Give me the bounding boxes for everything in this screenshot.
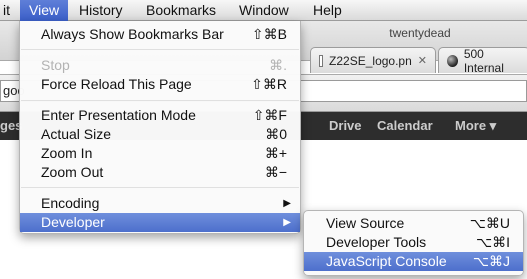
menu-item-shortcut: ⌘. xyxy=(269,57,287,73)
menu-item-label: Developer Tools xyxy=(326,234,427,250)
menu-separator xyxy=(21,187,299,188)
menu-item-zoom-out[interactable]: Zoom Out ⌘− xyxy=(20,163,300,182)
menu-bar: it View History Bookmarks Window Help xyxy=(0,0,527,21)
submenu-arrow-icon: ▶ xyxy=(283,198,291,209)
menu-item-shortcut: ⌥⌘I xyxy=(475,234,510,250)
menu-item-label: Actual Size xyxy=(41,126,112,142)
menu-view[interactable]: View xyxy=(20,0,69,21)
menu-separator xyxy=(21,49,299,50)
menu-item-shortcut: ⇧⌘F xyxy=(252,107,287,123)
menu-item-javascript-console[interactable]: JavaScript Console ⌥⌘J xyxy=(304,252,523,271)
google-bar-item-more[interactable]: More ▾ xyxy=(455,118,496,134)
menu-history[interactable]: History xyxy=(70,0,132,21)
menu-item-shortcut: ⇧⌘R xyxy=(251,76,287,92)
menu-item-developer[interactable]: Developer ▶ xyxy=(20,213,300,232)
window-title: twentydead xyxy=(389,26,451,40)
menu-item-label: Always Show Bookmarks Bar xyxy=(41,26,224,42)
menu-item-always-show-bookmarks-bar[interactable]: Always Show Bookmarks Bar ⇧⌘B xyxy=(20,25,300,44)
menu-item-stop: Stop ⌘. xyxy=(20,56,300,75)
tab-label: Z22SE_logo.pn xyxy=(329,53,412,68)
menu-window[interactable]: Window xyxy=(230,0,298,21)
menu-item-label: Force Reload This Page xyxy=(41,76,192,92)
menu-item-shortcut: ⇧⌘B xyxy=(251,26,287,42)
menu-item-label: Zoom In xyxy=(41,145,93,161)
menu-item-shortcut: ⌘+ xyxy=(264,145,287,161)
submenu-arrow-icon: ▶ xyxy=(283,217,291,228)
tab-500-internal[interactable]: 500 Internal xyxy=(438,46,527,75)
menu-item-shortcut: ⌥⌘U xyxy=(469,215,510,231)
menu-item-shortcut: ⌘0 xyxy=(265,126,287,142)
menu-item-view-source[interactable]: View Source ⌥⌘U xyxy=(304,214,523,233)
menu-item-shortcut: ⌘− xyxy=(264,164,287,180)
menu-item-presentation-mode[interactable]: Enter Presentation Mode ⇧⌘F xyxy=(20,106,300,125)
menu-bookmarks[interactable]: Bookmarks xyxy=(137,0,225,21)
menu-item-zoom-in[interactable]: Zoom In ⌘+ xyxy=(20,144,300,163)
menu-item-label: Enter Presentation Mode xyxy=(41,107,196,123)
menu-item-encoding[interactable]: Encoding ▶ xyxy=(20,194,300,213)
menu-item-label: Stop xyxy=(41,57,70,73)
menu-edit[interactable]: it xyxy=(0,0,19,21)
menu-item-label: Encoding xyxy=(41,195,100,211)
menu-help[interactable]: Help xyxy=(304,0,351,21)
menu-separator xyxy=(21,100,299,101)
google-bar-item-calendar[interactable]: Calendar xyxy=(377,118,433,133)
menu-item-label: Zoom Out xyxy=(41,164,104,180)
view-menu: Always Show Bookmarks Bar ⇧⌘B Stop ⌘. Fo… xyxy=(19,21,301,234)
developer-submenu: View Source ⌥⌘U Developer Tools ⌥⌘I Java… xyxy=(303,210,524,276)
menu-item-actual-size[interactable]: Actual Size ⌘0 xyxy=(20,125,300,144)
tab-label: 500 Internal xyxy=(463,46,504,75)
tab-z22se-logo[interactable]: Z22SE_logo.pn ✕ xyxy=(310,47,436,73)
menu-item-shortcut: ⌥⌘J xyxy=(472,253,510,269)
menu-item-force-reload[interactable]: Force Reload This Page ⇧⌘R xyxy=(20,75,300,94)
google-bar-item-drive[interactable]: Drive xyxy=(329,118,362,133)
menu-item-label: Developer xyxy=(41,214,105,230)
menu-item-label: View Source xyxy=(326,215,405,231)
menu-item-label: JavaScript Console xyxy=(326,253,447,269)
globe-icon xyxy=(447,54,458,67)
document-icon xyxy=(319,54,324,67)
menu-item-developer-tools[interactable]: Developer Tools ⌥⌘I xyxy=(304,233,523,252)
close-tab-icon[interactable]: ✕ xyxy=(418,54,427,67)
